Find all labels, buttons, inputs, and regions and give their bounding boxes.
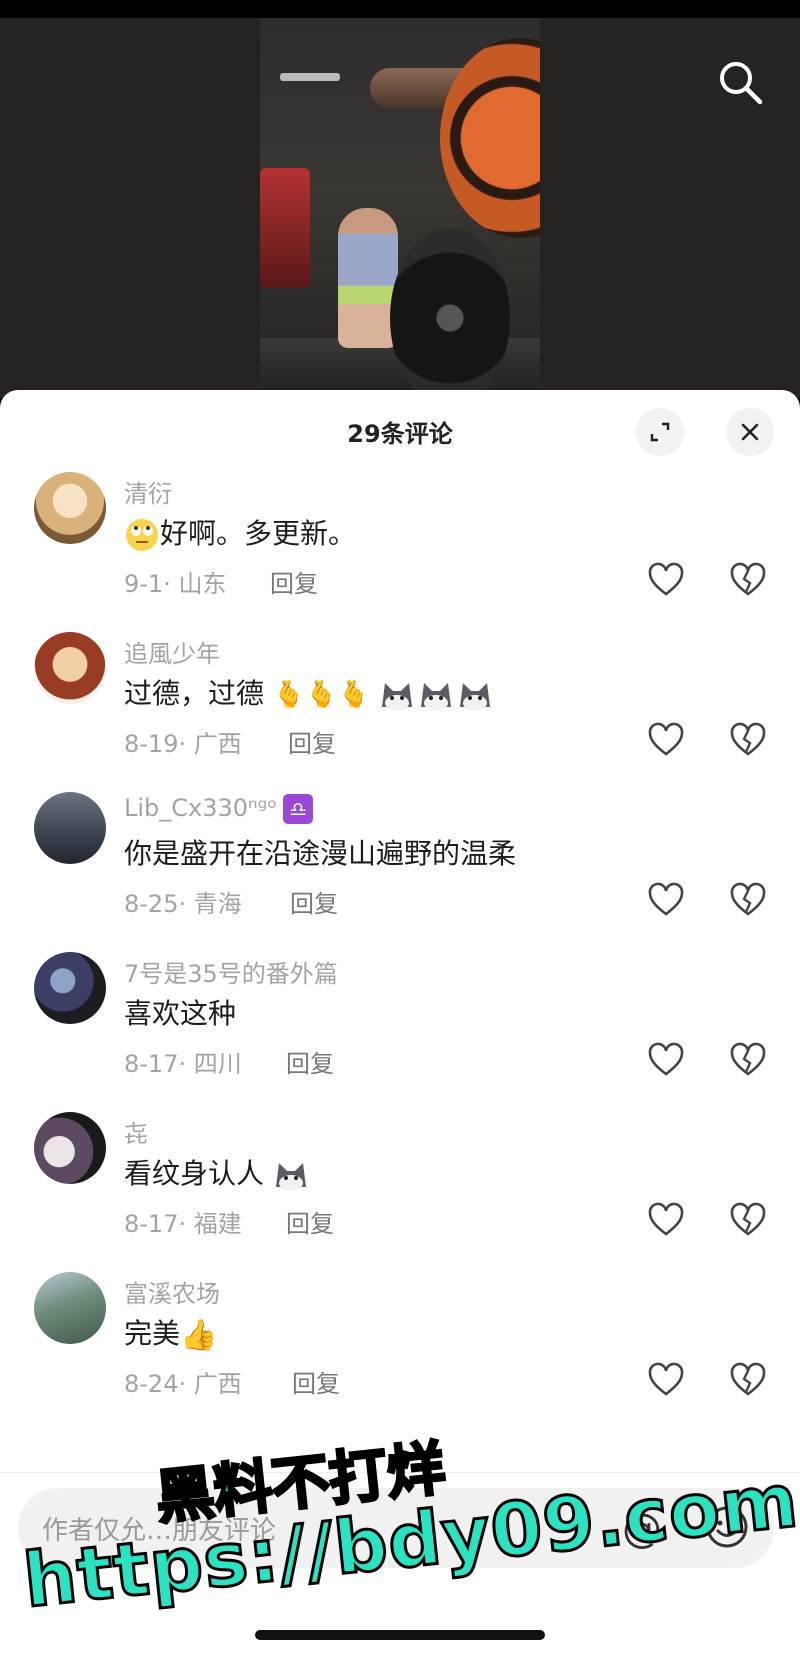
comment-username[interactable]: 清衍: [124, 474, 172, 509]
person-figure: [338, 208, 398, 348]
avatar[interactable]: [34, 792, 106, 864]
comment-location: 福建: [193, 1210, 242, 1238]
broken-heart-icon[interactable]: [728, 1200, 768, 1240]
comment-username[interactable]: 富溪农场: [124, 1274, 220, 1309]
avatar[interactable]: [34, 472, 106, 544]
husky-emoji-icon: [381, 683, 490, 711]
broken-heart-icon[interactable]: [728, 1360, 768, 1400]
thumbs-up-emoji-icon: 👍: [180, 1317, 218, 1353]
comment-date: 8-19: [124, 730, 179, 758]
comment-username[interactable]: 7号是35号的番外篇: [124, 954, 338, 989]
heart-icon[interactable]: [646, 1040, 686, 1080]
reply-button[interactable]: 回复: [290, 884, 338, 919]
comment-location: 青海: [193, 890, 242, 918]
comment-text-label: 好啊。多更新。: [160, 517, 357, 550]
comment-location: 广西: [193, 1370, 242, 1398]
comment-text: 喜欢这种: [124, 997, 237, 1030]
video-frame[interactable]: [260, 18, 540, 398]
eye-roll-emoji-icon: [126, 519, 158, 551]
comment-username[interactable]: 追風少年: [124, 634, 220, 669]
comment-item[interactable]: 富溪农场 完美👍 8-24· 广西 回复: [0, 1272, 800, 1432]
comment-date: 8-17: [124, 1050, 179, 1078]
comment-meta: 8-17· 四川: [124, 1050, 242, 1078]
comment-date: 9-1: [124, 570, 164, 598]
comment-text-label: 完美: [124, 1317, 181, 1350]
comment-item[interactable]: 清衍 好啊。多更新。 9-1· 山东 回复: [0, 472, 800, 632]
reply-button[interactable]: 回复: [288, 724, 336, 759]
comment-location: 广西: [193, 730, 242, 758]
status-bar: [0, 0, 800, 18]
comment-item[interactable]: 7号是35号的番外篇 喜欢这种 8-17· 四川 回复: [0, 952, 800, 1112]
comment-location: 四川: [193, 1050, 242, 1078]
reply-button[interactable]: 回复: [292, 1364, 340, 1399]
comment-text: 完美👍: [124, 1312, 217, 1353]
reply-button[interactable]: 回复: [270, 564, 318, 599]
weight-plate-dark: [390, 228, 510, 398]
heart-icon[interactable]: [646, 560, 686, 600]
heart-icon[interactable]: [646, 1360, 686, 1400]
reply-button[interactable]: 回复: [286, 1044, 334, 1079]
comment-date: 8-24: [124, 1370, 179, 1398]
comment-item[interactable]: 追風少年 过德，过德 🫰🫰🫰 8-19· 广西 回复: [0, 632, 800, 792]
broken-heart-icon[interactable]: [728, 880, 768, 920]
broken-heart-icon[interactable]: [728, 560, 768, 600]
comment-text-label: 看纹身认人: [124, 1157, 265, 1190]
comment-date: 8-25: [124, 890, 179, 918]
home-indicator[interactable]: [255, 1630, 545, 1640]
comment-text-label: 过德，过德: [124, 677, 265, 710]
comment-item[interactable]: Lib_Cx330ⁿᵍᵒ ♎ 你是盛开在沿途漫山遍野的温柔 8-25· 青海 回复: [0, 792, 800, 952]
comment-username[interactable]: 㐂: [124, 1114, 148, 1149]
heart-icon[interactable]: [646, 720, 686, 760]
avatar[interactable]: [34, 1112, 106, 1184]
close-button[interactable]: [726, 408, 774, 456]
heart-icon[interactable]: [646, 1200, 686, 1240]
broken-heart-icon[interactable]: [728, 1040, 768, 1080]
comment-text: 你是盛开在沿途漫山遍野的温柔: [124, 837, 517, 870]
comment-date: 8-17: [124, 1210, 179, 1238]
husky-emoji-icon: [275, 1163, 306, 1191]
expand-button[interactable]: [636, 408, 684, 456]
comment-meta: 9-1· 山东: [124, 570, 227, 598]
comment-text: 好啊。多更新。: [124, 512, 356, 553]
avatar[interactable]: [34, 1272, 106, 1344]
heart-icon[interactable]: [646, 880, 686, 920]
comment-meta: 8-17· 福建: [124, 1210, 242, 1238]
finger-heart-emoji-icon: 🫰🫰🫰: [272, 680, 371, 710]
expand-icon: [650, 422, 670, 442]
broken-heart-icon[interactable]: [728, 720, 768, 760]
comment-location: 山东: [178, 570, 227, 598]
comment-meta: 8-24· 广西: [124, 1370, 242, 1398]
reply-button[interactable]: 回复: [286, 1204, 334, 1239]
close-icon: [741, 423, 759, 441]
avatar[interactable]: [34, 952, 106, 1024]
gym-machine: [260, 168, 310, 288]
comment-text: 过德，过德 🫰🫰🫰: [124, 672, 493, 713]
comment-text: 看纹身认人: [124, 1152, 309, 1193]
avatar[interactable]: [34, 632, 106, 704]
comment-item[interactable]: 㐂 看纹身认人 8-17· 福建 回复: [0, 1112, 800, 1272]
ceiling-light: [280, 73, 340, 81]
comment-username-label: Lib_Cx330ⁿᵍᵒ: [124, 794, 278, 822]
comment-meta: 8-19· 广西: [124, 730, 242, 758]
comment-username[interactable]: Lib_Cx330ⁿᵍᵒ ♎: [124, 794, 314, 824]
search-icon[interactable]: [716, 58, 764, 106]
libra-zodiac-icon: ♎: [283, 794, 314, 824]
comment-meta: 8-25· 青海: [124, 890, 242, 918]
video-player[interactable]: [0, 18, 800, 398]
